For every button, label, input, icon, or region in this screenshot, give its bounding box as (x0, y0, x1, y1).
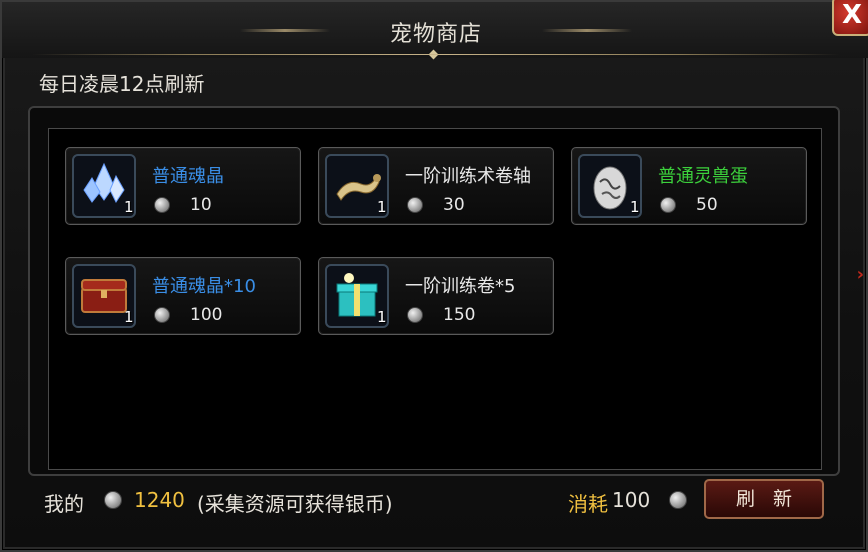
item-count: 1 (377, 308, 387, 326)
shop-item[interactable]: 1 普通魂晶*10 100 (65, 257, 301, 335)
refresh-button[interactable]: 刷新 (704, 479, 824, 519)
item-price: 10 (190, 195, 212, 215)
item-name: 普通魂晶*10 (152, 276, 256, 297)
item-name: 普通魂晶 (152, 166, 224, 187)
item-price: 100 (190, 305, 223, 325)
my-silver-amount: 1240 (134, 488, 185, 512)
silver-coin-icon (407, 307, 423, 323)
silver-coin-icon (154, 307, 170, 323)
title-bar: 宠物商店 (2, 2, 868, 60)
silver-coin-icon (154, 197, 170, 213)
title-ornament-right (542, 29, 632, 32)
shop-item[interactable]: 1 一阶训练卷*5 150 (318, 257, 554, 335)
shop-item[interactable]: 1 一阶训练术卷轴 30 (318, 147, 554, 225)
item-price: 50 (696, 195, 718, 215)
item-name: 一阶训练卷*5 (405, 276, 516, 297)
shop-item[interactable]: 1 普通魂晶 10 (65, 147, 301, 225)
my-silver-label: 我的 (44, 492, 84, 516)
window-title: 宠物商店 (389, 22, 482, 47)
silver-coin-icon (104, 491, 122, 509)
silver-coin-icon (660, 197, 676, 213)
shop-item[interactable]: 1 普通灵兽蛋 50 (571, 147, 807, 225)
silver-coin-icon (407, 197, 423, 213)
item-price: 30 (443, 195, 465, 215)
item-price: 150 (443, 305, 476, 325)
item-count: 1 (630, 198, 640, 216)
silver-hint: (采集资源可获得银币) (197, 492, 393, 516)
item-count: 1 (124, 308, 134, 326)
item-name: 一阶训练术卷轴 (405, 166, 531, 187)
refresh-notice: 每日凌晨12点刷新 (39, 72, 205, 96)
title-gem-ornament (428, 49, 439, 60)
silver-coin-icon (669, 491, 687, 509)
chevron-right-icon[interactable]: › (857, 264, 864, 285)
item-count: 1 (377, 198, 387, 216)
item-count: 1 (124, 198, 134, 216)
close-button[interactable]: X (832, 0, 868, 36)
item-name: 普通灵兽蛋 (658, 166, 748, 187)
refresh-cost-label: 消耗 (568, 492, 608, 516)
pet-shop-window: 宠物商店 X 每日凌晨12点刷新 › 1 普通魂晶 10 1 一阶训练术卷轴 3… (0, 0, 868, 552)
refresh-cost-value: 100 (612, 488, 651, 512)
